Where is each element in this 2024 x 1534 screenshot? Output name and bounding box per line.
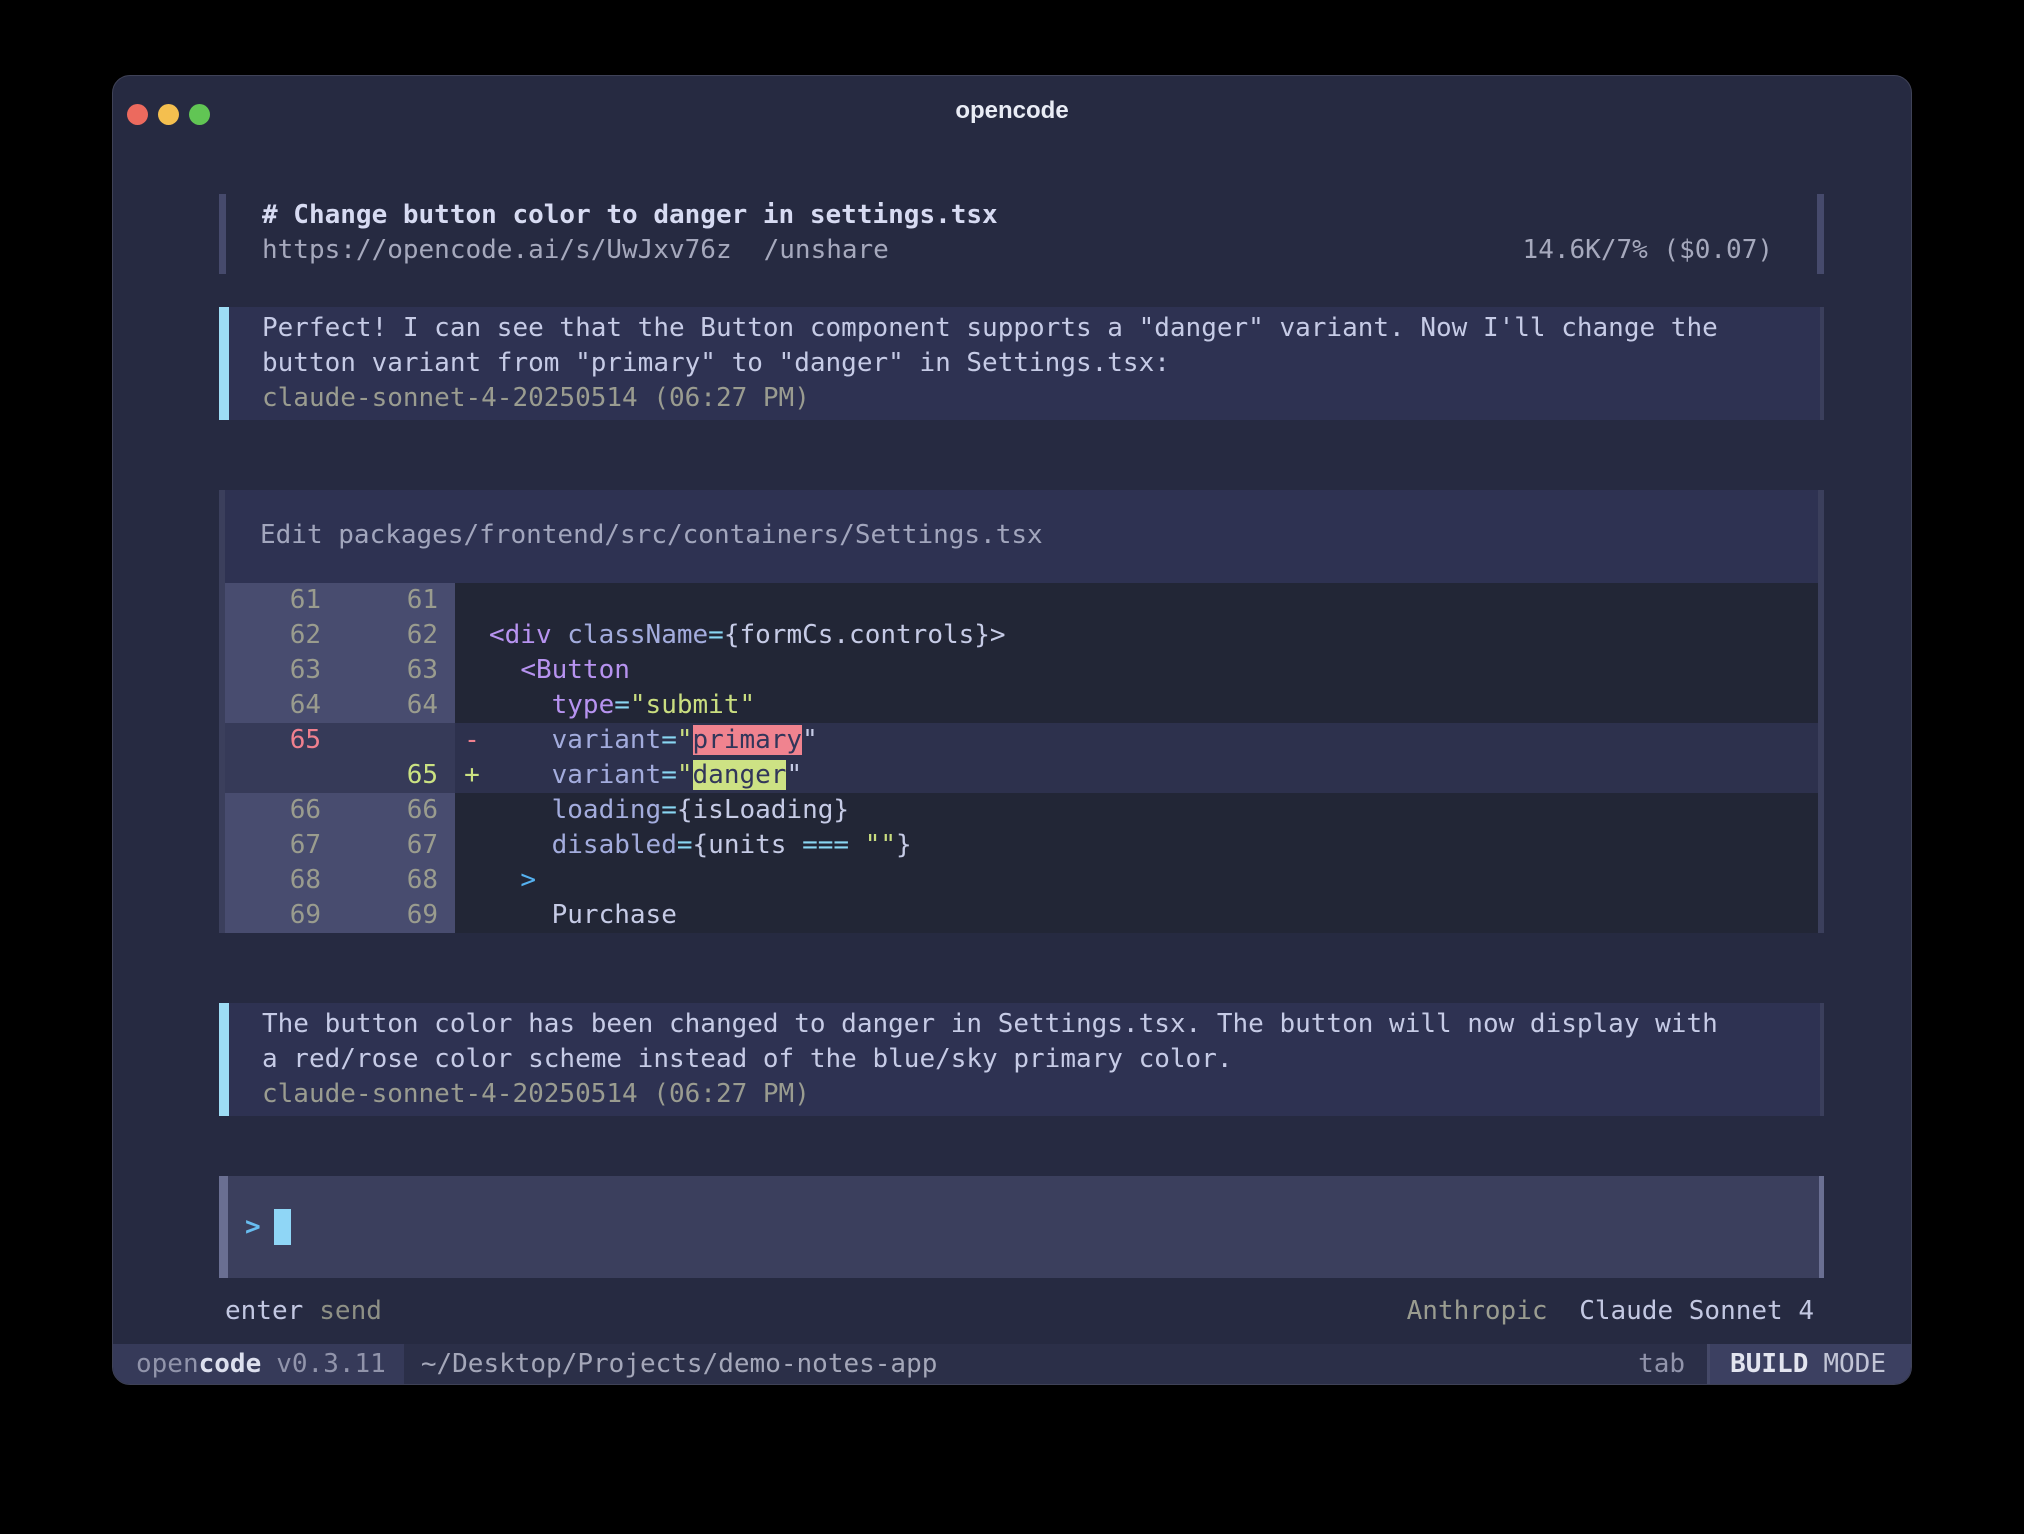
line-number-old: 68 — [225, 863, 321, 898]
line-number-old: 62 — [225, 618, 321, 653]
diff-gutter: 6868 — [225, 863, 455, 898]
model-indicator: Anthropic Claude Sonnet 4 — [1407, 1294, 1814, 1329]
unshare-command: /unshare — [764, 233, 889, 268]
line-number-new: 61 — [321, 583, 438, 618]
diff-code-line: Purchase — [489, 898, 1818, 933]
message-text: The button color has been changed to dan… — [262, 1007, 1732, 1077]
diff-row: 6262 <div className={formCs.controls}> — [225, 618, 1818, 653]
mode-segment: BUILD MODE — [1710, 1344, 1911, 1384]
diff-marker — [455, 653, 489, 688]
session-header: # Change button color to danger in setti… — [219, 194, 1824, 274]
diff-row: 65 - variant="primary" — [225, 723, 1818, 758]
diff-code-line: variant="primary" — [489, 723, 1818, 758]
edit-tool-title: Edit packages/frontend/src/containers/Se… — [225, 490, 1818, 583]
diff-code-line: <div className={formCs.controls}> — [489, 618, 1818, 653]
session-subheader: https://opencode.ai/s/UwJxv76z /unshare … — [262, 233, 1773, 268]
diff-marker — [455, 618, 489, 653]
diff-gutter: 6464 — [225, 688, 455, 723]
prompt-input[interactable]: > — [219, 1176, 1824, 1278]
diff-marker — [455, 863, 489, 898]
diff: 61616262 <div className={formCs.controls}… — [225, 583, 1818, 933]
status-bar: open code v0.3.11 ~/Desktop/Projects/dem… — [113, 1344, 1911, 1384]
edit-tool-card: Edit packages/frontend/src/containers/Se… — [219, 490, 1824, 933]
message-text: Perfect! I can see that the Button compo… — [262, 311, 1732, 381]
diff-gutter: 6363 — [225, 653, 455, 688]
line-number-old: 65 — [225, 723, 321, 758]
diff-gutter: 6969 — [225, 898, 455, 933]
diff-code-line: > — [489, 863, 1818, 898]
line-number-new: 65 — [321, 758, 438, 793]
working-directory: ~/Desktop/Projects/demo-notes-app — [421, 1349, 938, 1379]
app-version: v0.3.11 — [276, 1349, 386, 1379]
diff-gutter: 6767 — [225, 828, 455, 863]
titlebar: opencode — [113, 76, 1911, 146]
line-number-new: 62 — [321, 618, 438, 653]
diff-row: 6464 type="submit" — [225, 688, 1818, 723]
diff-row: 65 + variant="danger" — [225, 758, 1818, 793]
diff-code-line: loading={isLoading} — [489, 793, 1818, 828]
line-number-old: 61 — [225, 583, 321, 618]
mode-build: BUILD — [1730, 1349, 1808, 1379]
diff-marker — [455, 828, 489, 863]
line-number-old: 66 — [225, 793, 321, 828]
diff-code-line: variant="danger" — [489, 758, 1818, 793]
message-meta: claude-sonnet-4-20250514 (06:27 PM) — [262, 1077, 1820, 1112]
line-number-new: 63 — [321, 653, 438, 688]
model-name: Claude Sonnet 4 — [1579, 1296, 1814, 1326]
app-version-segment: open code v0.3.11 — [113, 1344, 404, 1384]
assistant-message: Perfect! I can see that the Button compo… — [219, 307, 1824, 420]
diff-gutter: 6262 — [225, 618, 455, 653]
window-title: opencode — [113, 76, 1911, 146]
diff-marker — [455, 583, 489, 618]
session-content: # Change button color to danger in setti… — [113, 146, 1911, 1344]
diff-gutter: 6161 — [225, 583, 455, 618]
enter-key-hint: enter — [225, 1294, 303, 1329]
line-number-new — [321, 723, 438, 758]
line-number-new: 69 — [321, 898, 438, 933]
diff-marker — [455, 793, 489, 828]
diff-marker — [455, 898, 489, 933]
diff-row: 6969 Purchase — [225, 898, 1818, 933]
line-number-new: 67 — [321, 828, 438, 863]
diff-code-line — [489, 583, 1818, 618]
line-number-new: 66 — [321, 793, 438, 828]
mode-label: MODE — [1823, 1349, 1886, 1379]
message-meta: claude-sonnet-4-20250514 (06:27 PM) — [262, 381, 1820, 416]
app-name-open: open — [136, 1349, 199, 1379]
send-action-hint: send — [319, 1294, 382, 1329]
line-number-old — [225, 758, 321, 793]
line-number-old: 69 — [225, 898, 321, 933]
diff-row: 6666 loading={isLoading} — [225, 793, 1818, 828]
line-number-old: 67 — [225, 828, 321, 863]
model-provider: Anthropic — [1407, 1296, 1548, 1326]
diff-row: 6363 <Button — [225, 653, 1818, 688]
diff-gutter: 65 — [225, 758, 455, 793]
diff-marker: + — [455, 758, 489, 793]
diff-code-line: <Button — [489, 653, 1818, 688]
diff-gutter: 6666 — [225, 793, 455, 828]
diff-code-line: disabled={units === ""} — [489, 828, 1818, 863]
prompt-chevron: > — [245, 1212, 261, 1242]
token-cost-stats: 14.6K/7% ($0.07) — [1523, 233, 1773, 268]
input-hints-row: enter send Anthropic Claude Sonnet 4 — [219, 1294, 1824, 1329]
line-number-old: 64 — [225, 688, 321, 723]
session-title: # Change button color to danger in setti… — [262, 198, 1773, 233]
line-number-new: 64 — [321, 688, 438, 723]
diff-gutter: 65 — [225, 723, 455, 758]
diff-row: 6868 > — [225, 863, 1818, 898]
text-cursor — [274, 1209, 291, 1245]
diff-row: 6767 disabled={units === ""} — [225, 828, 1818, 863]
diff-row: 6161 — [225, 583, 1818, 618]
share-url: https://opencode.ai/s/UwJxv76z — [262, 233, 732, 268]
diff-marker — [455, 688, 489, 723]
app-name-code: code — [199, 1349, 262, 1379]
assistant-message: The button color has been changed to dan… — [219, 1003, 1824, 1116]
diff-code-line: type="submit" — [489, 688, 1818, 723]
tab-key-hint: tab — [1638, 1349, 1685, 1379]
line-number-new: 68 — [321, 863, 438, 898]
diff-marker: - — [455, 723, 489, 758]
line-number-old: 63 — [225, 653, 321, 688]
opencode-window: opencode # Change button color to danger… — [112, 75, 1912, 1385]
